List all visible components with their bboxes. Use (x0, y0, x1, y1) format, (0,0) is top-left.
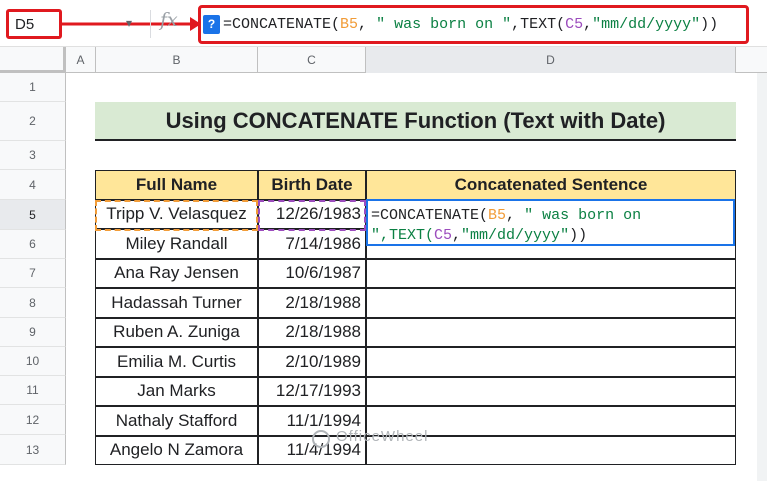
formula-token: B5 (488, 207, 507, 224)
editor-line-1: =CONCATENATE(B5, " was born on (371, 206, 733, 226)
header-birth-date[interactable]: Birth Date (258, 170, 366, 200)
sheet-title[interactable]: Using CONCATENATE Function (Text with Da… (95, 102, 736, 141)
cell-full-name[interactable]: Nathaly Stafford (95, 406, 258, 436)
row-header-13[interactable]: 13 (0, 435, 66, 465)
column-header-d[interactable]: D (366, 47, 736, 73)
header-concatenated-sentence[interactable]: Concatenated Sentence (366, 170, 736, 200)
chevron-down-icon[interactable]: ▾ (126, 16, 132, 30)
cell-full-name[interactable]: Ruben A. Zuniga (95, 317, 258, 347)
watermark-text: OfficeWheel (336, 428, 429, 445)
formula-help-icon[interactable]: ? (203, 15, 220, 34)
cell-concatenated-sentence[interactable] (366, 347, 736, 377)
formula-token: "mm/dd/yyyy" (592, 16, 701, 33)
formula-token: C5 (565, 16, 584, 33)
column-header-b[interactable]: B (96, 47, 258, 73)
vertical-scrollbar[interactable] (757, 73, 767, 481)
formula-token: C5 (434, 227, 453, 244)
row-header-9[interactable]: 9 (0, 318, 66, 347)
row-header-2[interactable]: 2 (0, 102, 66, 141)
watermark: OfficeWheel (312, 428, 428, 445)
cell-concatenated-sentence[interactable] (366, 258, 736, 288)
column-header-c[interactable]: C (258, 47, 366, 73)
cell-full-name[interactable]: Angelo N Zamora (95, 435, 258, 465)
formula-token: ",TEXT( (371, 227, 435, 244)
formula-token: " was born on " (376, 16, 512, 33)
formula-token: )) (700, 16, 719, 33)
formula-text: =CONCATENATE(B5, " was born on ",TEXT(C5… (223, 16, 718, 33)
formula-token: "mm/dd/yyyy" (461, 227, 570, 244)
referenced-range-b5 (95, 200, 258, 231)
cell-full-name[interactable]: Hadassah Turner (95, 288, 258, 318)
formula-token: , (358, 16, 377, 33)
formula-token: =CONCATENATE( (223, 16, 341, 33)
row-header-12[interactable]: 12 (0, 405, 66, 435)
cell-birth-date[interactable]: 2/18/1988 (258, 288, 366, 318)
row-header-6[interactable]: 6 (0, 230, 66, 259)
row-header-11[interactable]: 11 (0, 376, 66, 405)
formula-token: , (452, 227, 462, 244)
formula-token: B5 (340, 16, 359, 33)
row-header-10[interactable]: 10 (0, 347, 66, 376)
column-header-bar: A B C D (0, 47, 767, 73)
cell-concatenated-sentence[interactable] (366, 288, 736, 318)
formula-token: , (506, 207, 525, 224)
header-full-name[interactable]: Full Name (95, 170, 258, 200)
select-all-corner[interactable] (0, 47, 66, 73)
formula-token: =CONCATENATE( (371, 207, 489, 224)
cell-birth-date[interactable]: 2/10/1989 (258, 347, 366, 377)
formula-token: , (583, 16, 593, 33)
row-header-1[interactable]: 1 (0, 73, 66, 102)
cell-full-name[interactable]: Miley Randall (95, 229, 258, 259)
formula-token: )) (569, 227, 588, 244)
column-header-a[interactable]: A (66, 47, 96, 73)
cell-concatenated-sentence[interactable] (366, 376, 736, 406)
cell-birth-date[interactable]: 7/14/1986 (258, 229, 366, 259)
cell-birth-date[interactable]: 2/18/1988 (258, 317, 366, 347)
cell-full-name[interactable]: Ana Ray Jensen (95, 258, 258, 288)
cell-editor-d5[interactable]: =CONCATENATE(B5, " was born on ",TEXT(C5… (366, 199, 735, 246)
row-header-3[interactable]: 3 (0, 141, 66, 170)
name-box[interactable]: D5 (6, 9, 62, 39)
cell-birth-date[interactable]: 10/6/1987 (258, 258, 366, 288)
fx-icon: fx (160, 9, 178, 31)
formula-token: " was born on (524, 207, 642, 224)
referenced-range-c5 (258, 200, 366, 231)
row-header-7[interactable]: 7 (0, 259, 66, 288)
row-header-5[interactable]: 5 (0, 200, 66, 230)
cell-full-name[interactable]: Emilia M. Curtis (95, 347, 258, 377)
cell-concatenated-sentence[interactable] (366, 317, 736, 347)
formula-input[interactable]: ? =CONCATENATE(B5, " was born on ",TEXT(… (198, 5, 749, 44)
formula-token: ,TEXT( (511, 16, 566, 33)
cell-full-name[interactable]: Jan Marks (95, 376, 258, 406)
row-header-8[interactable]: 8 (0, 288, 66, 318)
toolbar-divider (150, 10, 151, 38)
row-header-4[interactable]: 4 (0, 170, 66, 200)
cell-birth-date[interactable]: 12/17/1993 (258, 376, 366, 406)
editor-line-2: ",TEXT(C5,"mm/dd/yyyy")) (371, 226, 733, 246)
